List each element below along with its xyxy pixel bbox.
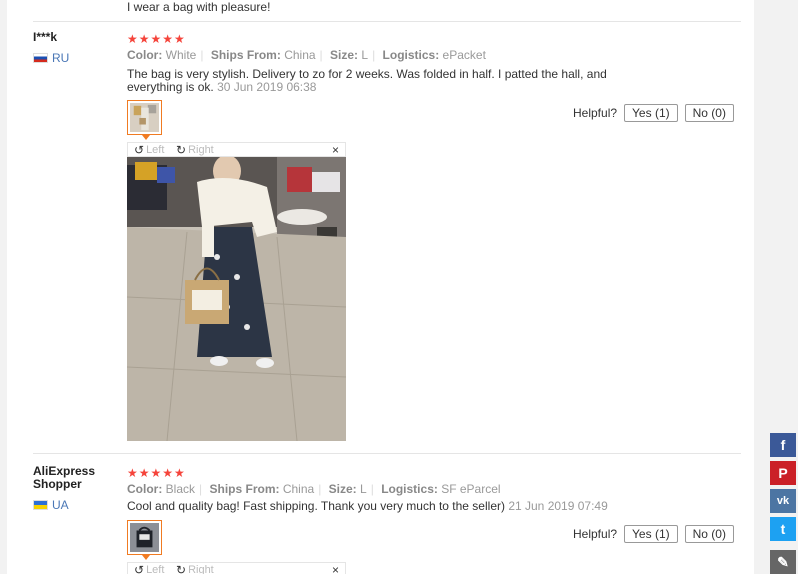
size-label: Size: — [328, 482, 357, 496]
color-value: White — [165, 48, 197, 62]
pinterest-share-button[interactable]: P — [770, 461, 796, 485]
photo-thumbnail-image — [130, 103, 159, 132]
pencil-icon: ✎ — [777, 553, 789, 570]
review-meta: Color: Black | Ships From: China | Size: L… — [127, 482, 501, 496]
review-text: Cool and quality bag! Fast shipping. Tha… — [127, 499, 505, 513]
close-icon[interactable]: × — [332, 563, 339, 574]
helpful-yes-button[interactable]: Yes (1) — [624, 525, 678, 543]
page-side-bar — [0, 0, 7, 450]
edit-button[interactable]: ✎ — [770, 550, 796, 574]
close-icon[interactable]: × — [332, 143, 339, 157]
rotate-right-icon: ↻ — [176, 563, 187, 574]
reviewer-country: RU — [33, 51, 69, 65]
pinterest-icon: P — [778, 465, 788, 481]
country-code: UA — [52, 498, 69, 512]
rotate-left-label: Left — [146, 564, 165, 574]
review-text-block: Cool and quality bag! Fast shipping. Tha… — [127, 500, 647, 513]
review-date: 30 Jun 2019 06:38 — [217, 80, 317, 94]
helpful-votes: Helpful? Yes (1) No (0) — [573, 104, 734, 122]
color-value: Black — [165, 482, 196, 496]
review-text-block: The bag is very stylish. Delivery to zo … — [127, 68, 647, 94]
logistics-label: Logistics: — [382, 48, 440, 62]
reviewer-name: AliExpress Shopper — [33, 464, 96, 491]
rotate-right-button[interactable]: ↻ Right — [176, 143, 214, 157]
logistics-label: Logistics: — [381, 482, 438, 496]
ships-label: Ships From: — [209, 482, 280, 496]
rotate-right-label: Right — [188, 144, 214, 156]
review-photo-thumbnail[interactable] — [127, 100, 162, 140]
reviews-list: I wear a bag with pleasure! I***k RU ★★★… — [7, 0, 754, 574]
reviewer-country: UA — [33, 498, 69, 512]
thumbnail-active-indicator — [142, 135, 150, 140]
logistics-value: ePacket — [442, 48, 486, 62]
flag-ru-icon — [33, 53, 48, 63]
size-label: Size: — [330, 48, 359, 62]
ships-label: Ships From: — [210, 48, 281, 62]
rotate-left-icon: ↺ — [134, 143, 145, 157]
rating-stars: ★★★★★ — [127, 32, 186, 46]
review-divider — [33, 21, 741, 22]
review-date: 21 Jun 2019 07:49 — [508, 499, 608, 513]
size-value: L — [360, 482, 367, 496]
rotate-left-label: Left — [146, 144, 165, 156]
thumbnail-active-indicator — [142, 555, 150, 560]
flag-ua-icon — [33, 500, 48, 510]
color-label: Color: — [127, 48, 163, 62]
photo-thumbnail-image — [130, 523, 159, 552]
review-text: The bag is very stylish. Delivery to zo … — [127, 67, 607, 94]
logistics-value: SF eParcel — [441, 482, 501, 496]
helpful-no-button[interactable]: No (0) — [684, 104, 734, 122]
vk-icon: vk — [776, 495, 790, 507]
helpful-label: Helpful? — [573, 527, 618, 541]
helpful-votes: Helpful? Yes (1) No (0) — [573, 525, 734, 543]
photo-viewer-toolbar: ↺ Left ↻ Right × — [127, 142, 346, 157]
review-photo-large — [127, 157, 346, 441]
rotate-left-icon: ↺ — [134, 563, 145, 574]
facebook-icon: f — [780, 437, 786, 453]
rotate-right-button[interactable]: ↻ Right — [176, 563, 214, 574]
ships-value: China — [282, 482, 315, 496]
country-code: RU — [52, 51, 70, 65]
review-text: I wear a bag with pleasure! — [127, 0, 271, 14]
helpful-no-button[interactable]: No (0) — [684, 525, 734, 543]
rating-stars: ★★★★★ — [127, 466, 186, 480]
rotate-right-label: Right — [188, 564, 214, 574]
ships-value: China — [284, 48, 316, 62]
review-photo-thumbnail[interactable] — [127, 520, 162, 560]
twitter-icon: t — [780, 521, 786, 537]
facebook-share-button[interactable]: f — [770, 433, 796, 457]
twitter-share-button[interactable]: t — [770, 517, 796, 541]
helpful-yes-button[interactable]: Yes (1) — [624, 104, 678, 122]
reviewer-name: I***k — [33, 30, 58, 44]
color-label: Color: — [127, 482, 163, 496]
photo-image — [127, 157, 346, 441]
review-meta: Color: White | Ships From: China | Size: L… — [127, 48, 486, 62]
rotate-left-button[interactable]: ↺ Left — [134, 143, 164, 157]
rotate-right-icon: ↻ — [176, 143, 187, 157]
helpful-label: Helpful? — [573, 106, 618, 120]
photo-viewer-toolbar: ↺ Left ↻ Right × — [127, 562, 346, 574]
rotate-left-button[interactable]: ↺ Left — [134, 563, 164, 574]
review-divider — [33, 453, 741, 454]
vk-share-button[interactable]: vk — [770, 489, 796, 513]
